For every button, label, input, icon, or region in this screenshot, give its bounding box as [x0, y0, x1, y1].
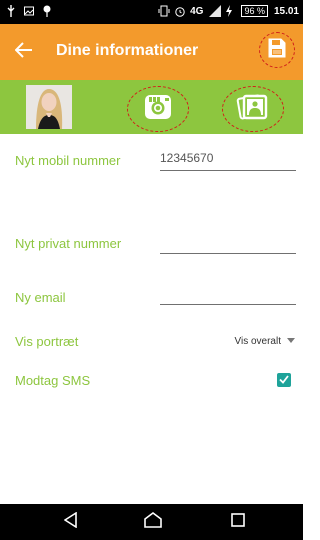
mobile-number-row: Nyt mobil nummer 12345670: [15, 150, 296, 174]
battery-charging-icon: [225, 5, 235, 17]
save-button[interactable]: [259, 32, 295, 68]
usb-icon: [6, 5, 16, 17]
page-title: Dine informationer: [56, 42, 199, 59]
gallery-icon: [236, 91, 270, 128]
camera-button[interactable]: [127, 86, 189, 132]
system-nav-bar: [0, 504, 303, 540]
image-notification-icon: [24, 5, 34, 17]
receive-sms-label: Modtag SMS: [15, 373, 91, 388]
status-bar: 4G 96 % 15.01: [0, 0, 303, 24]
signal-icon: [209, 5, 222, 17]
show-portrait-value: Vis overalt: [234, 336, 281, 347]
receive-sms-checkbox[interactable]: [277, 373, 291, 387]
camera-icon: [143, 92, 173, 127]
nav-recents-button[interactable]: [227, 511, 249, 533]
email-label: Ny email: [15, 290, 66, 305]
private-number-row: Nyt privat nummer: [15, 232, 296, 256]
battery-percent: 96 %: [241, 5, 268, 17]
home-icon: [144, 511, 162, 533]
show-portrait-label: Vis portræt: [15, 334, 79, 349]
receive-sms-row: Modtag SMS: [15, 370, 295, 392]
arrow-left-icon: [14, 41, 33, 63]
status-left-icons: [6, 5, 52, 17]
alarm-icon: [174, 5, 185, 17]
show-portrait-row: Vis portræt Vis overalt: [15, 331, 295, 353]
checkmark-icon: [279, 371, 289, 389]
mobile-number-field[interactable]: 12345670: [160, 151, 296, 171]
app-bar: Dine informationer: [0, 24, 303, 80]
network-type: 4G: [190, 5, 204, 17]
status-right-icons: 4G 96 % 15.01: [158, 5, 299, 17]
location-icon: [42, 5, 52, 17]
email-field[interactable]: [160, 287, 296, 305]
nav-back-button[interactable]: [60, 511, 82, 533]
avatar[interactable]: [26, 85, 72, 129]
clock: 15.01: [273, 5, 299, 17]
nav-home-button[interactable]: [142, 511, 164, 533]
back-button[interactable]: [12, 38, 36, 66]
mobile-number-label: Nyt mobil nummer: [15, 153, 121, 168]
email-row: Ny email: [15, 286, 296, 310]
dropdown-arrow-icon: [287, 336, 295, 347]
triangle-back-icon: [63, 511, 78, 533]
recents-icon: [231, 512, 245, 532]
show-portrait-select[interactable]: Vis overalt: [234, 336, 295, 347]
save-icon: [268, 38, 286, 63]
profile-media-bar: [0, 80, 303, 134]
private-number-label: Nyt privat nummer: [15, 236, 122, 251]
vibrate-icon: [158, 5, 170, 17]
private-number-field[interactable]: [160, 233, 296, 254]
gallery-button[interactable]: [222, 86, 284, 132]
